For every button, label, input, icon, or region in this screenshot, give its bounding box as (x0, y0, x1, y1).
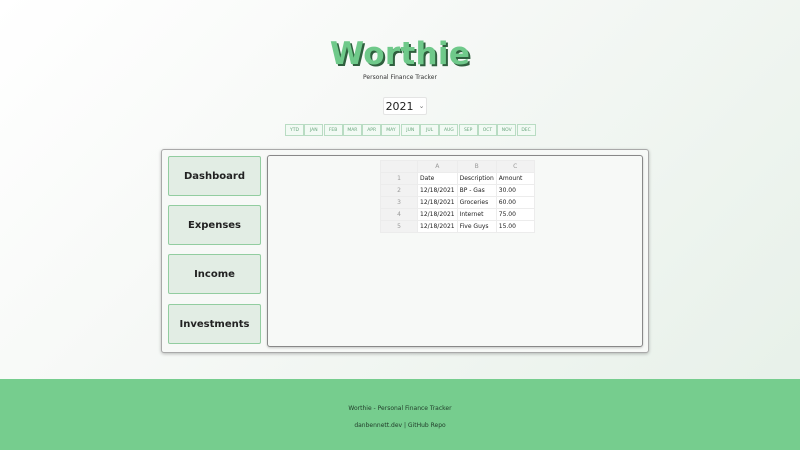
site-link[interactable]: danbennett.dev (354, 422, 402, 429)
table-cell[interactable]: BP - Gas (456, 184, 497, 197)
month-button-feb[interactable]: FEB (323, 124, 343, 136)
table-cell[interactable]: Five Guys (456, 220, 497, 233)
row-number[interactable]: 5 (380, 220, 418, 233)
column-header-row: A B C (380, 160, 535, 173)
month-button-jan[interactable]: JAN (304, 124, 324, 136)
month-button-mar[interactable]: MAR (342, 124, 362, 136)
month-filter-bar: YTD JAN FEB MAR APR MAY JUN JUL AUG SEP … (285, 124, 536, 136)
table-row: 2 12/18/2021 BP - Gas 30.00 (380, 184, 535, 197)
main-panel: Dashboard Expenses Income Investments A … (161, 149, 649, 353)
month-button-jul[interactable]: JUL (420, 124, 440, 136)
footer-title: Worthie - Personal Finance Tracker (348, 405, 452, 412)
year-select[interactable]: 2021 ⌄ (383, 97, 427, 115)
table-row: 3 12/18/2021 Groceries 60.00 (380, 196, 535, 209)
row-number[interactable]: 1 (380, 172, 418, 185)
table-cell[interactable]: Description (456, 172, 497, 185)
header: Worthie Personal Finance Tracker (0, 36, 800, 81)
table-cell[interactable]: 12/18/2021 (417, 184, 458, 197)
nav-income-button[interactable]: Income (168, 254, 261, 294)
month-button-ytd[interactable]: YTD (285, 124, 304, 136)
app-logo: Worthie (329, 36, 471, 72)
column-header[interactable]: C (495, 160, 535, 173)
table-cell[interactable]: Date (417, 172, 458, 185)
table-row: 5 12/18/2021 Five Guys 15.00 (380, 220, 535, 233)
nav-dashboard-button[interactable]: Dashboard (168, 156, 261, 196)
table-cell[interactable]: 15.00 (495, 220, 535, 233)
row-number[interactable]: 4 (380, 208, 418, 221)
app-tagline: Personal Finance Tracker (363, 74, 437, 81)
table-cell[interactable]: 60.00 (495, 196, 535, 209)
table-cell[interactable]: 30.00 (495, 184, 535, 197)
corner-cell (380, 160, 418, 173)
table-cell[interactable]: Internet (456, 208, 497, 221)
table-cell[interactable]: 12/18/2021 (417, 196, 458, 209)
month-button-apr[interactable]: APR (362, 124, 382, 136)
month-button-aug[interactable]: AUG (439, 124, 459, 136)
year-select-value: 2021 (385, 99, 414, 113)
row-number[interactable]: 3 (380, 196, 418, 209)
table-row: 4 12/18/2021 Internet 75.00 (380, 208, 535, 221)
month-button-nov[interactable]: NOV (497, 124, 517, 136)
table-cell[interactable]: 12/18/2021 (417, 208, 458, 221)
month-button-jun[interactable]: JUN (400, 124, 420, 136)
table-row: 1 Date Description Amount (380, 172, 535, 185)
footer: Worthie - Personal Finance Tracker danbe… (0, 379, 800, 450)
github-repo-link[interactable]: GitHub Repo (408, 422, 446, 429)
column-header[interactable]: A (417, 160, 458, 173)
month-button-dec[interactable]: DEC (516, 124, 536, 136)
nav-expenses-button[interactable]: Expenses (168, 205, 261, 245)
month-button-oct[interactable]: OCT (477, 124, 497, 136)
month-button-sep[interactable]: SEP (458, 124, 478, 136)
table-cell[interactable]: 12/18/2021 (417, 220, 458, 233)
content-area: A B C 1 Date Description Amount 2 12/18/… (267, 155, 643, 347)
row-number[interactable]: 2 (380, 184, 418, 197)
chevron-down-icon: ⌄ (418, 102, 425, 110)
month-button-may[interactable]: MAY (381, 124, 401, 136)
table-cell[interactable]: Amount (495, 172, 535, 185)
spreadsheet: A B C 1 Date Description Amount 2 12/18/… (380, 160, 535, 233)
nav-investments-button[interactable]: Investments (168, 304, 261, 344)
footer-links: danbennett.dev | GitHub Repo (0, 422, 800, 429)
column-header[interactable]: B (456, 160, 497, 173)
table-cell[interactable]: 75.00 (495, 208, 535, 221)
table-cell[interactable]: Groceries (456, 196, 497, 209)
